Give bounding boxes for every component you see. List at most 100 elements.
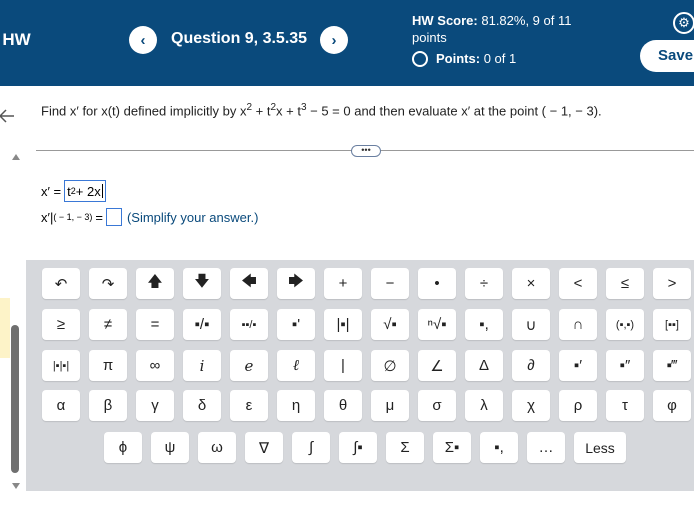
gear-icon[interactable]: ⚙ — [673, 12, 694, 34]
keyboard-key-row4-0[interactable]: α — [42, 390, 80, 421]
keyboard-key-row3-10[interactable]: ∂ — [512, 350, 550, 381]
keyboard-key-row4-8[interactable]: σ — [418, 390, 456, 421]
keyboard-key-row1-9[interactable]: ÷ — [465, 268, 503, 299]
keyboard-key-row4-5[interactable]: η — [277, 390, 315, 421]
score-suffix: points — [412, 30, 447, 45]
keyboard-key-row3-4[interactable]: e — [230, 350, 268, 381]
keyboard-key-row5-5[interactable]: ∫▪ — [339, 432, 377, 463]
keyboard-key-row4-2[interactable]: γ — [136, 390, 174, 421]
keyboard-key-row5-10[interactable]: Less — [574, 432, 626, 463]
keyboard-key-row2-7[interactable]: √▪ — [371, 309, 409, 340]
keyboard-key-row1-12[interactable]: ≤ — [606, 268, 644, 299]
scrollbar-thumb[interactable] — [11, 325, 19, 473]
keyboard-key-row3-1[interactable]: π — [89, 350, 127, 381]
keyboard-key-row4-4[interactable]: ε — [230, 390, 268, 421]
keyboard-key-row5-3[interactable]: ∇ — [245, 432, 283, 463]
keyboard-key-row5-0[interactable]: ϕ — [104, 432, 142, 463]
keyboard-key-row2-1[interactable]: ≠ — [89, 309, 127, 340]
answer-line-1: x′ = t2 + 2x — [41, 180, 106, 202]
keyboard-key-row1-0[interactable]: ↶ — [42, 268, 80, 299]
keyboard-key-row3-9[interactable]: Δ — [465, 350, 503, 381]
keyboard-key-row4-6[interactable]: θ — [324, 390, 362, 421]
previous-question-button[interactable]: ‹ — [129, 26, 157, 54]
keyboard-key-row4-7[interactable]: μ — [371, 390, 409, 421]
arrow-left-icon[interactable] — [0, 107, 16, 125]
keyboard-key-row1-4[interactable]: 🡄 — [230, 268, 268, 299]
keyboard-key-row5-6[interactable]: Σ — [386, 432, 424, 463]
keyboard-key-row2-9[interactable]: ▪, — [465, 309, 503, 340]
keyboard-key-row1-11[interactable]: < — [559, 268, 597, 299]
keyboard-key-row2-5[interactable]: ▪' — [277, 309, 315, 340]
keyboard-key-row2-12[interactable]: (▪,▪) — [606, 309, 644, 340]
keyboard-key-row5-7[interactable]: Σ▪ — [433, 432, 471, 463]
question-suffix: − 5 = 0 and then evaluate x′ at the poin… — [306, 103, 602, 119]
question-mid1: + t — [252, 103, 271, 119]
keyboard-key-row4-10[interactable]: χ — [512, 390, 550, 421]
keyboard-key-row3-6[interactable]: | — [324, 350, 362, 381]
side-highlight — [0, 298, 10, 358]
keyboard-key-row1-3[interactable]: 🡇 — [183, 268, 221, 299]
answer2-label: x′| — [41, 209, 54, 225]
keyboard-key-row2-10[interactable]: ∪ — [512, 309, 550, 340]
keyboard-key-row4-3[interactable]: δ — [183, 390, 221, 421]
keyboard-key-row2-6[interactable]: |▪| — [324, 309, 362, 340]
keyboard-key-row5-9[interactable]: … — [527, 432, 565, 463]
keyboard-key-row5-2[interactable]: ω — [198, 432, 236, 463]
keyboard-key-row4-9[interactable]: λ — [465, 390, 503, 421]
keyboard-row-4: αβγδεηθμσλχρτφ — [42, 390, 694, 421]
keyboard-key-row2-8[interactable]: ⁿ√▪ — [418, 309, 456, 340]
question-title: Question 9, 3.5.35 — [171, 30, 308, 47]
answer2-eq: = — [95, 209, 103, 225]
keyboard-key-row2-4[interactable]: ▪▪/▪ — [230, 309, 268, 340]
keyboard-row-1: ↶ ↷ 🡅 🡇 🡄 🡆 + − • ÷ × < ≤ > — [42, 268, 694, 299]
keyboard-key-row1-6[interactable]: + — [324, 268, 362, 299]
keyboard-key-row4-1[interactable]: β — [89, 390, 127, 421]
keyboard-key-row5-4[interactable]: ∫ — [292, 432, 330, 463]
keyboard-key-row2-13[interactable]: [▪▪] — [653, 309, 691, 340]
score-label: HW Score: — [412, 13, 478, 28]
keyboard-row-3: |▪|▪| π ∞ i e ℓ | ∅ ∠ Δ ∂ ▪′ ▪″ ▪‴ — [42, 350, 694, 381]
header-bar: - HW ‹ Question 9, 3.5.35 › HW Score: 81… — [0, 0, 694, 86]
keyboard-key-row1-13[interactable]: > — [653, 268, 691, 299]
keyboard-key-row2-11[interactable]: ∩ — [559, 309, 597, 340]
keyboard-key-row4-13[interactable]: φ — [653, 390, 691, 421]
more-options-button[interactable]: ••• — [351, 145, 381, 157]
points-row: Points: 0 of 1 — [412, 50, 571, 67]
keyboard-key-row5-8[interactable]: ▪, — [480, 432, 518, 463]
keyboard-key-row1-5[interactable]: 🡆 — [277, 268, 315, 299]
keyboard-row-5: ϕ ψ ω ∇ ∫ ∫▪ Σ Σ▪ ▪, … Less — [104, 432, 635, 463]
keyboard-key-row3-11[interactable]: ▪′ — [559, 350, 597, 381]
keyboard-key-row3-5[interactable]: ℓ — [277, 350, 315, 381]
keyboard-key-row2-3[interactable]: ▪/▪ — [183, 309, 221, 340]
score-panel: HW Score: 81.82%, 9 of 11 points Points:… — [412, 12, 571, 67]
keyboard-key-row3-3[interactable]: i — [183, 350, 221, 381]
keyboard-key-row1-8[interactable]: • — [418, 268, 456, 299]
keyboard-key-row1-1[interactable]: ↷ — [89, 268, 127, 299]
keyboard-key-row3-0[interactable]: |▪|▪| — [42, 350, 80, 381]
keyboard-key-row1-7[interactable]: − — [371, 268, 409, 299]
keyboard-key-row3-8[interactable]: ∠ — [418, 350, 456, 381]
hw-back-link[interactable]: - HW — [0, 30, 31, 50]
save-button[interactable]: Save — [640, 40, 694, 72]
keyboard-key-row5-1[interactable]: ψ — [151, 432, 189, 463]
keyboard-key-row3-12[interactable]: ▪″ — [606, 350, 644, 381]
answer-line-2: x′|( − 1, − 3) = (Simplify your answer.) — [41, 208, 258, 226]
keyboard-key-row2-2[interactable]: = — [136, 309, 174, 340]
keyboard-key-row3-7[interactable]: ∅ — [371, 350, 409, 381]
answer1-rest: + 2x — [75, 183, 101, 199]
answer2-sub: ( − 1, − 3) — [53, 212, 93, 222]
answer1-input[interactable]: t2 + 2x — [64, 180, 106, 202]
scroll-up-icon[interactable] — [12, 154, 20, 160]
next-question-button[interactable]: › — [320, 26, 348, 54]
keyboard-key-row1-10[interactable]: × — [512, 268, 550, 299]
keyboard-key-row3-2[interactable]: ∞ — [136, 350, 174, 381]
keyboard-key-row3-13[interactable]: ▪‴ — [653, 350, 691, 381]
points-value: 0 of 1 — [483, 51, 517, 66]
radio-circle-icon — [412, 50, 428, 67]
answer2-input[interactable] — [105, 208, 122, 226]
scroll-down-icon[interactable] — [12, 483, 20, 489]
keyboard-key-row4-12[interactable]: τ — [606, 390, 644, 421]
keyboard-key-row2-0[interactable]: ≥ — [42, 309, 80, 340]
keyboard-key-row1-2[interactable]: 🡅 — [136, 268, 174, 299]
keyboard-key-row4-11[interactable]: ρ — [559, 390, 597, 421]
